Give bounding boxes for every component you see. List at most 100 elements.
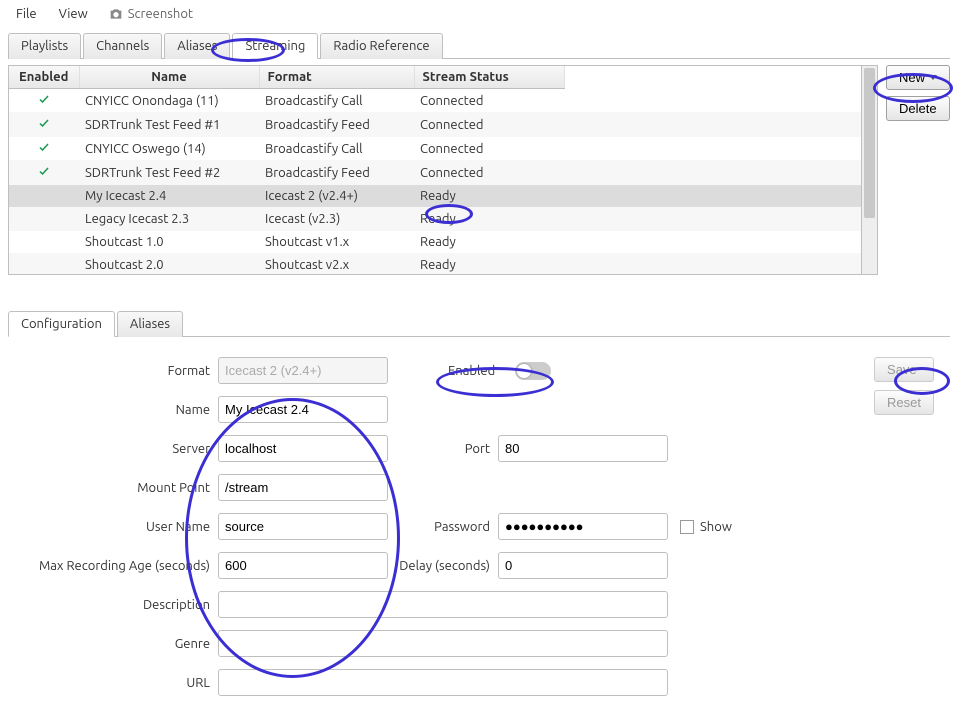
table-row[interactable]: Shoutcast 1.0Shoutcast v1.xReady [9,231,861,254]
status-cell: Connected [414,89,564,113]
enabled-cell [9,137,79,161]
tab-radio-reference[interactable]: Radio Reference [320,33,442,59]
enabled-cell [9,208,79,231]
name-cell: Shoutcast 2.0 [79,254,259,275]
name-cell: SDRTrunk Test Feed #1 [79,113,259,137]
name-cell: SDRTrunk Test Feed #2 [79,161,259,185]
table-row[interactable]: SDRTrunk Test Feed #2Broadcastify FeedCo… [9,161,861,185]
table-row[interactable]: Legacy Icecast 2.3Icecast (v2.3)Ready [9,208,861,231]
subtab-configuration[interactable]: Configuration [8,311,115,337]
format-cell: Broadcastify Call [259,89,414,113]
caret-down-icon [929,75,937,80]
show-password-checkbox[interactable] [680,520,694,534]
maxage-field[interactable] [218,552,388,579]
streams-table-container: EnabledNameFormatStream Status CNYICC On… [8,65,878,275]
format-cell: Broadcastify Feed [259,161,414,185]
menu-view[interactable]: View [49,3,98,25]
main-tab-bar: PlaylistsChannelsAliasesStreamingRadio R… [8,32,950,59]
status-cell: Ready [414,208,564,231]
name-cell: CNYICC Oswego (14) [79,137,259,161]
status-cell: Connected [414,161,564,185]
server-field[interactable] [218,435,388,462]
delete-button[interactable]: Delete [886,96,950,121]
status-cell: Ready [414,254,564,275]
screenshot-label: Screenshot [128,7,193,21]
username-label: User Name [18,520,218,534]
enabled-cell [9,113,79,137]
genre-label: Genre [18,637,218,651]
url-label: URL [18,676,218,690]
table-row[interactable]: Shoutcast 2.0Shoutcast v2.xReady [9,254,861,275]
detail-panel: ConfigurationAliases Save Reset Format E… [8,310,950,718]
name-cell: CNYICC Onondaga (11) [79,89,259,113]
status-cell: Ready [414,185,564,208]
reset-button[interactable]: Reset [874,390,934,415]
sub-tab-bar: ConfigurationAliases [8,310,950,337]
col-name[interactable]: Name [79,66,259,89]
show-label: Show [700,520,732,534]
save-button[interactable]: Save [874,357,934,382]
tab-aliases[interactable]: Aliases [164,33,230,59]
format-cell: Shoutcast v2.x [259,254,414,275]
enabled-cell [9,89,79,113]
name-field[interactable] [218,396,388,423]
tab-streaming[interactable]: Streaming [232,33,318,59]
password-field[interactable] [498,513,668,540]
new-button-label: New [899,70,925,85]
name-cell: Shoutcast 1.0 [79,231,259,254]
format-cell: Broadcastify Call [259,137,414,161]
enabled-cell [9,254,79,275]
username-field[interactable] [218,513,388,540]
status-cell: Connected [414,137,564,161]
table-row[interactable]: SDRTrunk Test Feed #1Broadcastify FeedCo… [9,113,861,137]
format-label: Format [18,364,218,378]
check-icon [36,117,52,129]
description-label: Description [18,598,218,612]
genre-field[interactable] [218,630,668,657]
format-field [218,357,388,384]
name-cell: Legacy Icecast 2.3 [79,208,259,231]
enabled-cell [9,161,79,185]
table-row[interactable]: CNYICC Oswego (14)Broadcastify CallConne… [9,137,861,161]
new-button[interactable]: New [886,65,950,90]
col-format[interactable]: Format [259,66,414,89]
col-enabled[interactable]: Enabled [9,66,79,89]
format-cell: Shoutcast v1.x [259,231,414,254]
check-icon [36,165,52,177]
tab-playlists[interactable]: Playlists [8,33,81,59]
col-stream-status[interactable]: Stream Status [414,66,564,89]
screenshot-button[interactable]: Screenshot [100,2,201,26]
server-label: Server [18,442,218,456]
check-icon [36,93,52,105]
enabled-label: Enabled [448,364,495,378]
status-cell: Connected [414,113,564,137]
url-field[interactable] [218,669,668,696]
menu-bar: File View Screenshot [0,0,958,28]
port-field[interactable] [498,435,668,462]
enabled-cell [9,231,79,254]
menu-file[interactable]: File [6,3,47,25]
password-label: Password [388,520,498,534]
camera-icon [108,6,124,22]
check-icon [36,141,52,153]
enabled-cell [9,185,79,208]
table-row[interactable]: My Icecast 2.4Icecast 2 (v2.4+)Ready [9,185,861,208]
table-scrollbar[interactable] [861,66,877,274]
tab-channels[interactable]: Channels [83,33,162,59]
name-cell: My Icecast 2.4 [79,185,259,208]
format-cell: Broadcastify Feed [259,113,414,137]
mount-label: Mount Point [18,481,218,495]
port-label: Port [388,442,498,456]
format-cell: Icecast (v2.3) [259,208,414,231]
status-cell: Ready [414,231,564,254]
maxage-label: Max Recording Age (seconds) [18,559,218,573]
delay-field[interactable] [498,552,668,579]
subtab-aliases[interactable]: Aliases [117,311,183,337]
enabled-toggle[interactable] [515,362,551,380]
description-field[interactable] [218,591,668,618]
name-label: Name [18,403,218,417]
table-row[interactable]: CNYICC Onondaga (11)Broadcastify CallCon… [9,89,861,113]
mount-field[interactable] [218,474,388,501]
scroll-thumb[interactable] [864,68,875,218]
format-cell: Icecast 2 (v2.4+) [259,185,414,208]
